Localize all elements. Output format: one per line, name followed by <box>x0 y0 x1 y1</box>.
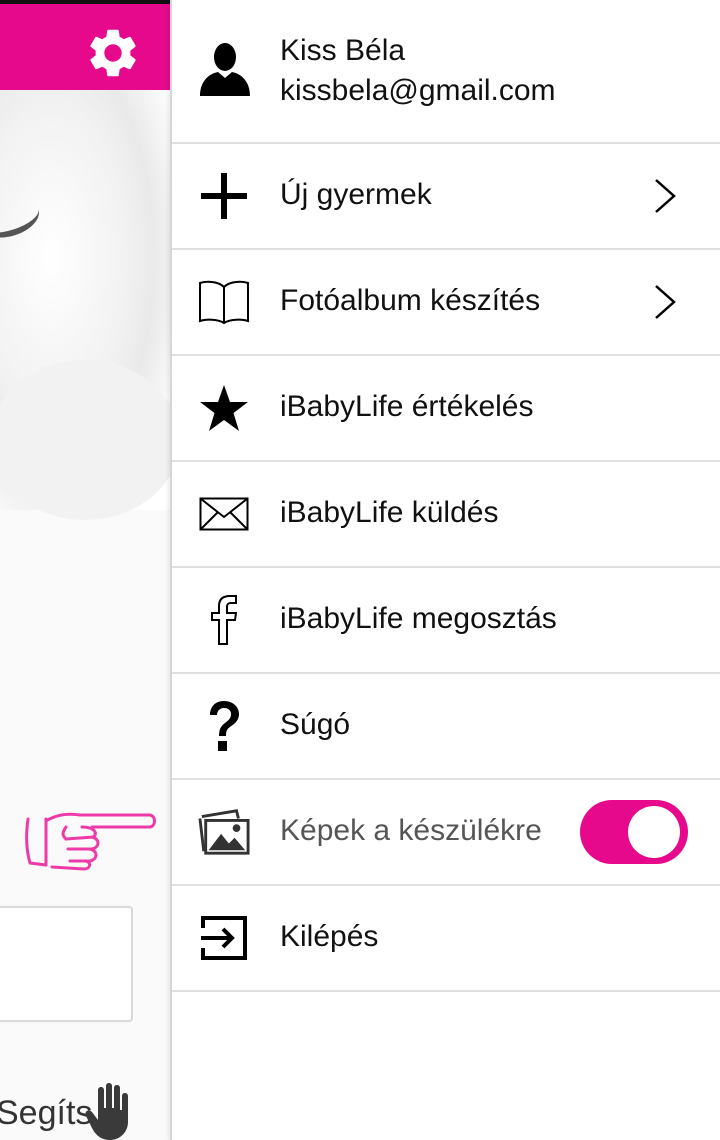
hand-icon <box>85 1083 128 1140</box>
star-icon <box>198 382 250 434</box>
menu-label-send-app: iBabyLife küldés <box>280 496 499 529</box>
menu-label-save-photos: Képek a készülékre <box>280 814 542 847</box>
profile-name: Kiss Béla <box>280 34 406 67</box>
menu-item-photo-album[interactable]: Fotóalbum készítés <box>172 250 720 356</box>
book-icon <box>198 276 250 328</box>
pointing-hand-icon <box>25 812 156 871</box>
menu-label-share-app: iBabyLife megosztás <box>280 602 557 635</box>
menu-label-photo-album: Fotóalbum készítés <box>280 284 541 317</box>
person-icon <box>200 43 250 96</box>
background-app: Segíts <box>0 0 172 1140</box>
question-icon <box>198 700 250 752</box>
menu-item-save-photos[interactable]: Képek a készülékre <box>172 780 720 886</box>
menu-item-rate-app[interactable]: iBabyLife értékelés <box>172 356 720 462</box>
facebook-icon <box>198 594 250 646</box>
menu-label-rate-app: iBabyLife értékelés <box>280 390 534 423</box>
profile-email: kissbela@gmail.com <box>280 74 556 107</box>
gear-icon[interactable] <box>84 24 142 82</box>
menu-item-share-app[interactable]: iBabyLife megosztás <box>172 568 720 674</box>
envelope-icon <box>198 488 250 540</box>
photos-icon <box>198 806 250 858</box>
baby-photo <box>0 90 172 520</box>
logout-icon <box>198 912 250 964</box>
menu-item-new-child[interactable]: Új gyermek <box>172 144 720 250</box>
chevron-right-icon <box>655 179 676 213</box>
save-photos-toggle[interactable] <box>580 800 688 864</box>
menu-label-help: Súgó <box>280 708 351 741</box>
help-label: Segíts <box>0 1094 93 1132</box>
menu-label-logout: Kilépés <box>280 920 379 953</box>
profile-header[interactable]: Kiss Béla kissbela@gmail.com <box>172 0 720 144</box>
chevron-right-icon <box>655 285 676 319</box>
menu-label-new-child: Új gyermek <box>280 178 432 211</box>
app-header <box>0 4 172 90</box>
background-input-box <box>0 906 133 1022</box>
menu-item-send-app[interactable]: iBabyLife küldés <box>172 462 720 568</box>
menu-item-logout[interactable]: Kilépés <box>172 886 720 992</box>
navigation-drawer: Kiss Béla kissbela@gmail.com Új gyermek … <box>170 0 720 1140</box>
toggle-knob <box>628 806 680 858</box>
plus-icon <box>198 170 250 222</box>
menu-item-help[interactable]: Súgó <box>172 674 720 780</box>
